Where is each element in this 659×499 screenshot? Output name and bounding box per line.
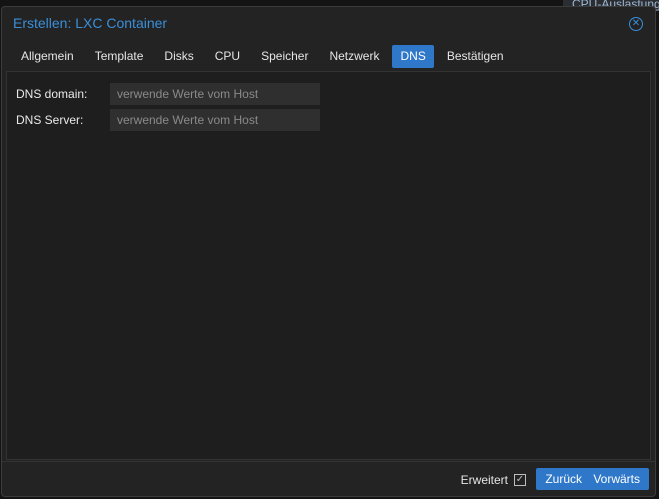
advanced-label: Erweitert — [460, 473, 508, 487]
tab-template[interactable]: Template — [87, 45, 152, 68]
create-lxc-dialog: Erstellen: LXC Container ✕ Allgemein Tem… — [1, 6, 656, 497]
tab-speicher[interactable]: Speicher — [253, 45, 316, 68]
dialog-title: Erstellen: LXC Container — [13, 15, 168, 31]
tab-dns[interactable]: DNS — [392, 45, 434, 68]
back-button[interactable]: Zurück — [536, 468, 591, 490]
advanced-checkbox[interactable]: ✓ — [514, 474, 526, 486]
next-button[interactable]: Vorwärts — [584, 468, 649, 490]
dialog-titlebar: Erstellen: LXC Container ✕ — [2, 7, 655, 37]
dns-server-row: DNS Server: — [16, 109, 320, 131]
dns-domain-label: DNS domain: — [16, 87, 88, 101]
dns-panel: DNS domain: DNS Server: — [6, 71, 651, 460]
tab-netzwerk[interactable]: Netzwerk — [321, 45, 387, 68]
tab-allgemein[interactable]: Allgemein — [13, 45, 82, 68]
dns-domain-row: DNS domain: — [16, 83, 320, 105]
dns-domain-input[interactable] — [110, 83, 320, 105]
tab-cpu[interactable]: CPU — [207, 45, 248, 68]
tab-disks[interactable]: Disks — [156, 45, 201, 68]
dns-server-label: DNS Server: — [16, 113, 84, 127]
wizard-tabs: Allgemein Template Disks CPU Speicher Ne… — [13, 45, 517, 68]
close-icon[interactable]: ✕ — [629, 17, 643, 31]
dns-server-input[interactable] — [110, 109, 320, 131]
tab-bestaetigen[interactable]: Bestätigen — [439, 45, 512, 68]
dialog-footer: Erweitert ✓ Zurück Vorwärts — [2, 461, 655, 496]
